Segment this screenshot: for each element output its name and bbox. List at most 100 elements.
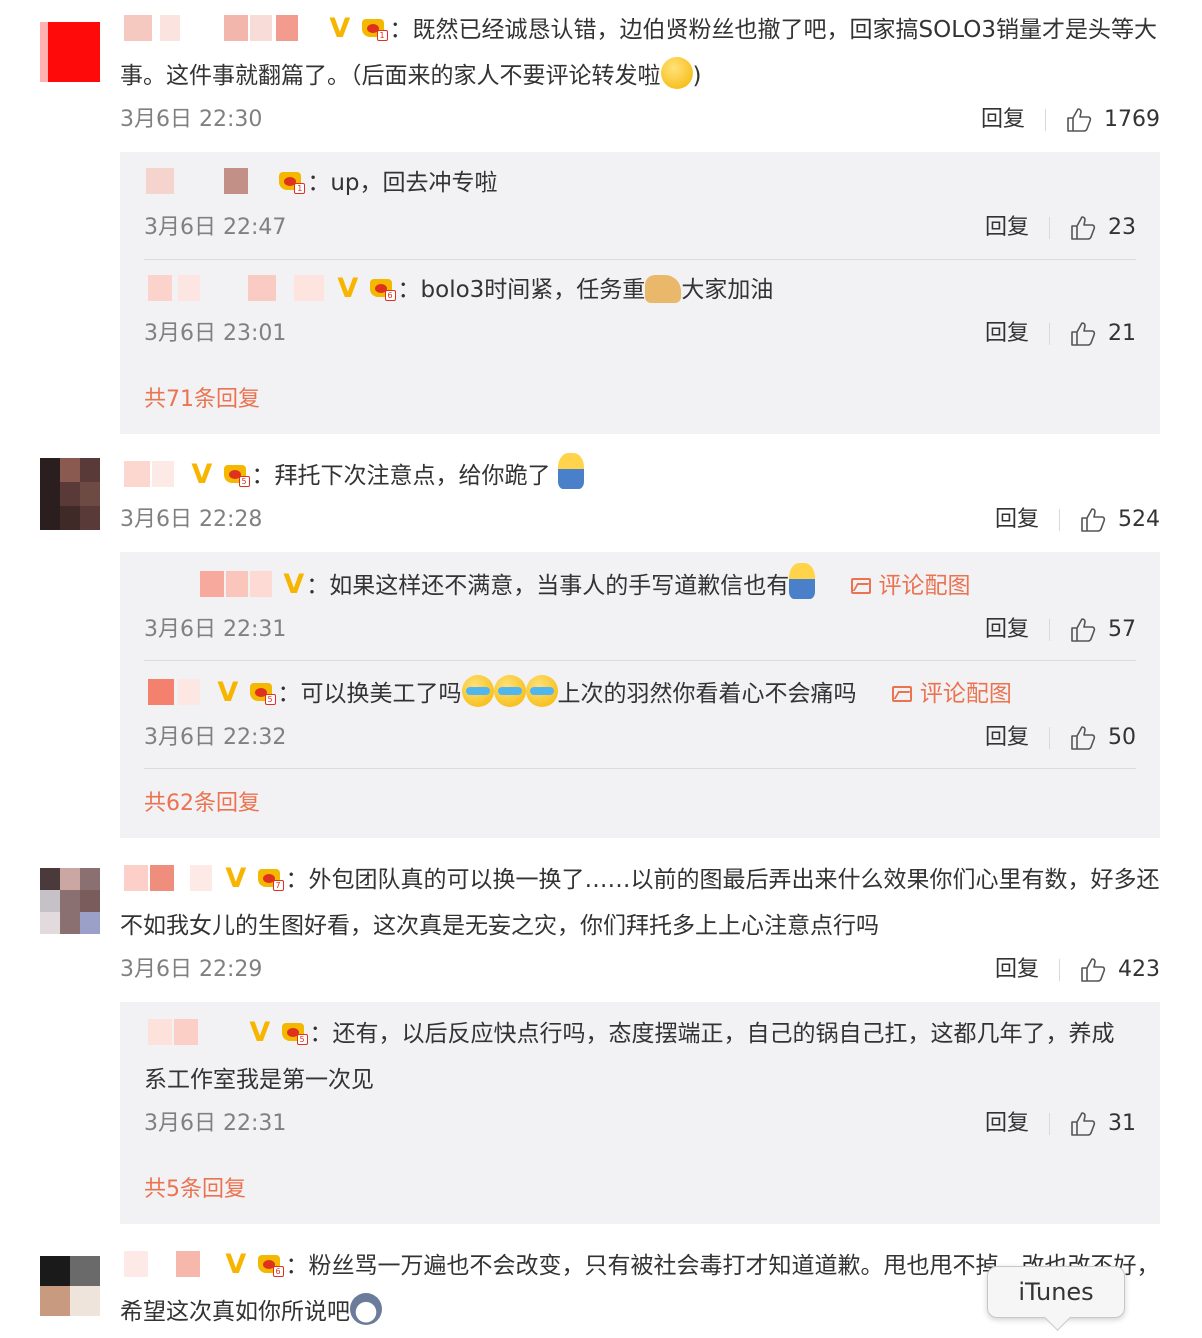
itunes-tooltip: iTunes bbox=[987, 1266, 1125, 1318]
comment-text: V 7 ：外包团队真的可以换一换了……以前的图最后弄出来什么效果你们心里有数，好多… bbox=[120, 863, 1160, 939]
reply-button[interactable]: 回复 bbox=[985, 319, 1029, 349]
like-count: 23 bbox=[1108, 215, 1136, 240]
like-count: 1769 bbox=[1104, 107, 1160, 132]
thumbs-up-icon bbox=[1071, 726, 1096, 750]
username-blurred[interactable] bbox=[120, 15, 320, 41]
like-button[interactable]: 50 bbox=[1070, 723, 1136, 753]
verified-v-icon: V bbox=[225, 1249, 247, 1280]
divider bbox=[144, 259, 1136, 260]
reply-button[interactable]: 回复 bbox=[995, 505, 1039, 535]
verified-v-icon: V bbox=[191, 459, 213, 490]
thumbs-up-icon bbox=[1071, 216, 1096, 240]
flexed-arm-emoji-icon bbox=[645, 275, 682, 303]
like-count: 524 bbox=[1118, 507, 1160, 532]
vip-crown-icon: 6 bbox=[256, 1251, 284, 1277]
username-blurred[interactable] bbox=[144, 168, 270, 194]
husky-emoji-icon bbox=[350, 1293, 382, 1325]
like-button[interactable]: 423 bbox=[1080, 955, 1160, 985]
more-replies-link[interactable]: 共62条回复 bbox=[144, 789, 260, 819]
like-button[interactable]: 57 bbox=[1070, 615, 1136, 645]
more-replies-link[interactable]: 共5条回复 bbox=[144, 1175, 246, 1205]
image-icon bbox=[891, 686, 912, 702]
avatar[interactable] bbox=[40, 22, 100, 82]
like-count: 57 bbox=[1108, 617, 1136, 642]
divider bbox=[1059, 959, 1060, 981]
username-blurred[interactable] bbox=[144, 571, 274, 597]
reply-button[interactable]: 回复 bbox=[981, 105, 1025, 135]
reply-body: up，回去冲专啦 bbox=[330, 170, 498, 196]
reply-body: 可以换美工了吗 bbox=[300, 681, 462, 707]
reply-text: V 6 ：bolo3时间紧，任务重 大家加油 bbox=[144, 266, 1134, 313]
comment-actions: 回复 524 bbox=[995, 505, 1160, 535]
view-picture-link[interactable]: 评论配图 bbox=[850, 573, 971, 599]
reply-text: V：如果这样还不满意，当事人的手写道歉信也有 评论配图 bbox=[144, 562, 1134, 609]
verified-v-icon: V bbox=[329, 13, 351, 44]
like-button[interactable]: 31 bbox=[1070, 1109, 1136, 1139]
kneeling-emoji-icon bbox=[789, 563, 816, 599]
avatar[interactable] bbox=[40, 1256, 100, 1316]
reply-actions: 回复 50 bbox=[985, 723, 1136, 753]
reply-body: bolo3时间紧，任务重 bbox=[420, 277, 646, 303]
crying-face-emoji-icon bbox=[493, 675, 526, 707]
reply-text: V 5 ：可以换美工了吗 上次的羽然你看着心不会痛吗 评论配图 bbox=[144, 670, 1134, 717]
vip-crown-icon: 1 bbox=[360, 15, 388, 41]
thumbs-up-icon bbox=[1071, 1112, 1096, 1136]
username-blurred[interactable] bbox=[120, 461, 182, 487]
thumbs-up-icon bbox=[1071, 618, 1096, 642]
verified-v-icon: V bbox=[225, 863, 247, 894]
crying-face-emoji-icon bbox=[461, 675, 494, 707]
like-button[interactable]: 23 bbox=[1070, 213, 1136, 243]
comment-text: V 1 ：既然已经诚恳认错，边伯贤粉丝也撤了吧，回家搞SOLO3销量才是头等大事。… bbox=[120, 13, 1157, 89]
reply-actions: 回复 23 bbox=[985, 213, 1136, 243]
view-picture-label: 评论配图 bbox=[878, 573, 971, 599]
username-blurred[interactable] bbox=[144, 679, 208, 705]
reply-time: 3月6日 22:47 bbox=[144, 215, 287, 240]
like-button[interactable]: 21 bbox=[1070, 319, 1136, 349]
comment-time: 3月6日 22:29 bbox=[120, 957, 263, 982]
comment-body-end: ) bbox=[692, 63, 702, 89]
vip-crown-icon: 5 bbox=[222, 461, 250, 487]
comment-body: 拜托下次注意点，给你跪了 bbox=[274, 463, 551, 489]
divider bbox=[1049, 217, 1050, 239]
like-count: 21 bbox=[1108, 321, 1136, 346]
reply-actions: 回复 31 bbox=[985, 1109, 1136, 1139]
reply-button[interactable]: 回复 bbox=[985, 615, 1029, 645]
avatar[interactable] bbox=[40, 868, 100, 934]
more-replies-link[interactable]: 共71条回复 bbox=[144, 385, 260, 415]
pleading-face-emoji-icon bbox=[660, 57, 693, 89]
thumbs-up-icon bbox=[1067, 108, 1092, 132]
verified-v-icon: V bbox=[249, 1017, 271, 1048]
divider bbox=[144, 660, 1136, 661]
reply-body-end: 上次的羽然你看着心不会痛吗 bbox=[557, 681, 857, 707]
reply-actions: 回复 21 bbox=[985, 319, 1136, 349]
divider bbox=[1049, 619, 1050, 641]
comment-time: 3月6日 22:28 bbox=[120, 507, 263, 532]
avatar[interactable] bbox=[40, 458, 100, 530]
vip-crown-icon: 6 bbox=[368, 275, 396, 301]
comment-actions: 回复 1769 bbox=[981, 105, 1160, 135]
reply-button[interactable]: 回复 bbox=[985, 1109, 1029, 1139]
divider bbox=[144, 768, 1136, 769]
username-blurred[interactable] bbox=[120, 1251, 216, 1277]
view-picture-link[interactable]: 评论配图 bbox=[891, 681, 1012, 707]
username-blurred[interactable] bbox=[144, 1019, 240, 1045]
reply-button[interactable]: 回复 bbox=[995, 955, 1039, 985]
divider bbox=[1049, 1113, 1050, 1135]
like-count: 50 bbox=[1108, 725, 1136, 750]
username-blurred[interactable] bbox=[120, 865, 216, 891]
username-blurred[interactable] bbox=[144, 275, 328, 301]
reply-text: V 5 ：还有，以后反应快点行吗，态度摆端正，自己的锅自己扛，这都几年了，养成系工… bbox=[144, 1017, 1115, 1093]
reply-button[interactable]: 回复 bbox=[985, 723, 1029, 753]
reply-time: 3月6日 22:31 bbox=[144, 617, 287, 642]
vip-crown-icon: 5 bbox=[280, 1019, 308, 1045]
thumbs-up-icon bbox=[1081, 958, 1106, 982]
verified-v-icon: V bbox=[337, 273, 359, 304]
like-button[interactable]: 1769 bbox=[1066, 105, 1160, 135]
comment-actions: 回复 423 bbox=[995, 955, 1160, 985]
comment-text: V 5 ：拜托下次注意点，给你跪了 bbox=[120, 452, 1160, 499]
divider bbox=[1049, 727, 1050, 749]
like-button[interactable]: 524 bbox=[1080, 505, 1160, 535]
thumbs-up-icon bbox=[1071, 322, 1096, 346]
reply-body: 如果这样还不满意，当事人的手写道歉信也有 bbox=[329, 573, 790, 599]
reply-button[interactable]: 回复 bbox=[985, 213, 1029, 243]
